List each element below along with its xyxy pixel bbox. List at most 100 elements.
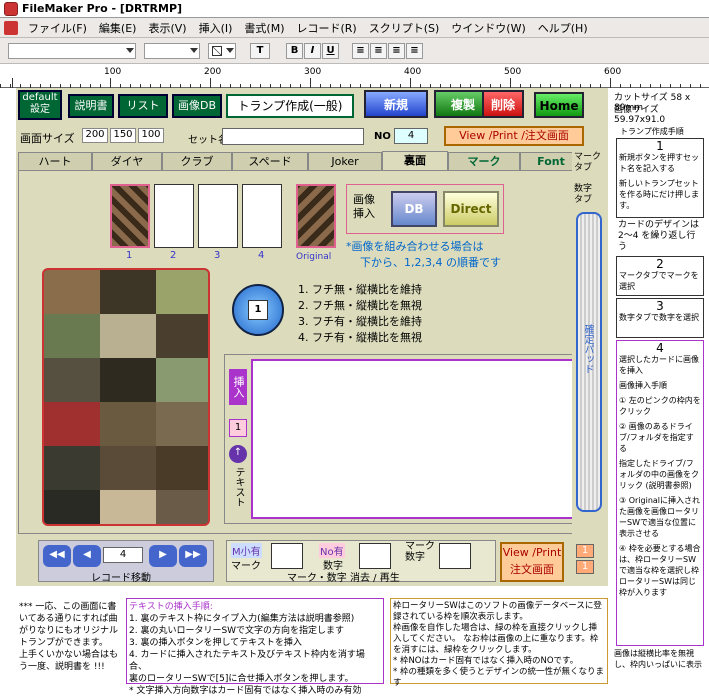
last-record-button[interactable]: ▶▶ <box>179 545 207 567</box>
procedure-title: トランプ作成手順 <box>620 127 684 136</box>
design-note: カードのデザインは 2〜4 を繰り返し行う <box>618 220 700 252</box>
original-image[interactable] <box>296 184 336 248</box>
confirm-pad[interactable]: 確定パッド <box>576 212 602 512</box>
align-left-button[interactable]: ≡ <box>352 43 369 59</box>
step-1-box: 1 新規ボタンを押すセット名を記入する 新しいトランプセットを作る時にだけ押しま… <box>616 138 704 218</box>
number-label: No有 <box>319 543 345 558</box>
document-icon[interactable] <box>4 20 18 35</box>
tab-joker[interactable]: Joker <box>308 152 382 170</box>
text-tool-button[interactable]: T <box>250 43 270 59</box>
ratio-option-1: 1. フチ無・縦横比を維持 <box>298 283 422 296</box>
first-record-button[interactable]: ◀◀ <box>43 545 71 567</box>
layout-area: default 設定 説明書 リスト 画像DB トランプ作成(一般) 新規 複製… <box>0 88 709 696</box>
card-preview[interactable] <box>42 268 210 526</box>
menu-format[interactable]: 書式(M) <box>238 20 290 36</box>
ruler: 100 200 300 400 500 600 <box>0 64 709 88</box>
size-150-button[interactable]: 150 <box>110 128 136 143</box>
image-slot-3[interactable] <box>198 184 238 248</box>
view-print-order-button[interactable]: View /Print /注文画面 <box>444 126 584 146</box>
ruler-label: 200 <box>204 67 222 77</box>
next-record-button[interactable]: ▶ <box>149 545 177 567</box>
rotary-value: 1 <box>248 300 268 320</box>
default-settings-button[interactable]: default 設定 <box>18 90 62 120</box>
side-badge-2[interactable]: 1 <box>576 560 594 574</box>
set-name-input[interactable] <box>222 128 364 145</box>
image-rotary-switch[interactable]: 1 <box>232 284 284 336</box>
menu-help[interactable]: ヘルプ(H) <box>532 20 594 36</box>
vertical-tab-column: マーク タブ 数字 タブ 確定パッド 1 1 <box>572 150 608 574</box>
ruler-label: 400 <box>404 67 422 77</box>
tab-back[interactable]: 裏面 <box>382 151 448 171</box>
menu-file[interactable]: ファイル(F) <box>22 20 93 36</box>
image-slot-4[interactable] <box>242 184 282 248</box>
delete-button[interactable]: 削除 <box>482 90 524 118</box>
align-justify-button[interactable]: ≡ <box>406 43 423 59</box>
window-title: FileMaker Pro - [DRTRMP] <box>22 2 183 15</box>
step-4-c: 指定したドライブ/フォルダの中の画像をクリック (説明書参照) <box>619 459 699 490</box>
mark-number-toggle-button[interactable] <box>439 543 471 569</box>
number-toggle-button[interactable] <box>359 543 391 569</box>
align-center-button[interactable]: ≡ <box>370 43 387 59</box>
original-label: Original <box>296 252 332 262</box>
size-100-button[interactable]: 100 <box>138 128 164 143</box>
mark-toggle-button[interactable] <box>271 543 303 569</box>
tab-diamonds[interactable]: ダイヤ <box>92 152 162 170</box>
right-side-panel: カットサイズ 58 x 89mm 画像サイズ 59.97x91.0 トランプ作成… <box>612 88 709 686</box>
image-db-button[interactable]: 画像DB <box>172 94 222 118</box>
text-insert-button[interactable]: 挿入 <box>229 369 247 405</box>
text-rotary-icon[interactable]: ↑ <box>229 445 247 463</box>
step-1-num: 1 <box>656 139 664 153</box>
direct-insert-button[interactable]: Direct <box>443 191 499 227</box>
view-print-order-button-2[interactable]: View /Print 注文画面 <box>500 542 564 582</box>
manual-button[interactable]: 説明書 <box>68 94 114 118</box>
align-right-button[interactable]: ≡ <box>388 43 405 59</box>
menu-records[interactable]: レコード(R) <box>290 20 362 36</box>
menu-bar: ファイル(F) 編集(E) 表示(V) 挿入(I) 書式(M) レコード(R) … <box>0 18 709 38</box>
new-button[interactable]: 新規 <box>364 90 428 118</box>
record-nav-label: レコード移動 <box>91 573 151 584</box>
menu-window[interactable]: ウインドウ(W) <box>445 20 531 36</box>
slot-label: 4 <box>258 250 265 261</box>
menu-edit[interactable]: 編集(E) <box>93 20 143 36</box>
list-button[interactable]: リスト <box>118 94 168 118</box>
tab-spades[interactable]: スペード <box>232 152 308 170</box>
italic-button[interactable]: I <box>304 43 321 59</box>
text-insert-note: テキストの挿入手順: 1. 裏のテキスト枠にタイプ入力(編集方法は説明書参照) … <box>126 598 384 696</box>
no-label: NO <box>374 131 391 142</box>
image-insert-box: 画像 挿入 DB Direct <box>346 184 504 234</box>
text-direction-field[interactable]: 1 <box>229 419 247 437</box>
menu-view[interactable]: 表示(V) <box>142 20 192 36</box>
font-select[interactable] <box>8 43 136 59</box>
size-200-button[interactable]: 200 <box>82 128 108 143</box>
step-4-e: ④ 枠を必要とする場合は、枠ロータリーSWで適当な枠を選択し枠ロータリーSWは同… <box>619 544 701 597</box>
image-slot-1[interactable] <box>110 184 150 248</box>
font-size-select[interactable] <box>144 43 200 59</box>
tab-mark[interactable]: マーク <box>448 152 520 170</box>
bold-button[interactable]: B <box>286 43 303 59</box>
tab-clubs[interactable]: クラブ <box>162 152 232 170</box>
side-badge-1[interactable]: 1 <box>576 544 594 558</box>
menu-insert[interactable]: 挿入(I) <box>193 20 239 36</box>
prev-record-button[interactable]: ◀ <box>73 545 101 567</box>
frame-note: 枠ロータリーSWはこのソフトの画像データベースに登録されている枠を順次表示します… <box>390 598 608 688</box>
text-label: テキスト <box>233 467 244 507</box>
underline-button[interactable]: U <box>322 43 339 59</box>
step-1-text: 新規ボタンを押すセット名を記入する <box>619 153 699 173</box>
small-mark-label: M小有 <box>231 543 262 558</box>
record-number-field[interactable]: 4 <box>394 128 428 144</box>
mark-tab-label[interactable]: マーク タブ <box>574 152 601 174</box>
db-insert-button[interactable]: DB <box>391 191 437 227</box>
color-select[interactable] <box>208 43 236 59</box>
ratio-option-2: 2. フチ無・縦横比を無視 <box>298 299 422 312</box>
home-button[interactable]: Home <box>534 92 584 118</box>
image-slot-2[interactable] <box>154 184 194 248</box>
step-4-title: 画像挿入手順 <box>619 381 667 390</box>
tab-hearts[interactable]: ハート <box>18 152 92 170</box>
slot-label: 1 <box>126 250 133 261</box>
text-input-box[interactable] <box>251 359 577 519</box>
menu-scripts[interactable]: スクリプト(S) <box>363 20 446 36</box>
step-3-num: 3 <box>656 299 664 313</box>
number-tab-label[interactable]: 数字 タブ <box>574 184 592 206</box>
record-number-input[interactable]: 4 <box>103 547 143 563</box>
step-4-d: ③ Originalに挿入された画像を画像ロータリーSWで適当な位置に表示させる <box>619 496 701 538</box>
